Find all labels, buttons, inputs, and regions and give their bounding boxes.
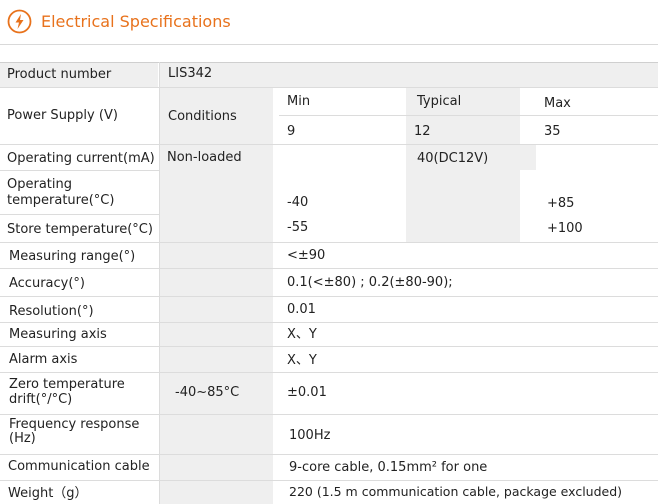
measuring-axis-label: Measuring axis <box>9 327 107 342</box>
frequency-response-label: Frequency response (Hz) <box>9 417 140 446</box>
lightning-bolt-icon <box>7 9 32 33</box>
grid-line <box>0 170 160 171</box>
grid-line <box>0 144 658 145</box>
weight-condition <box>160 480 273 504</box>
grid-line <box>0 87 658 88</box>
zero-temperature-drift-condition: -40~85°C <box>160 372 273 414</box>
grid-line <box>0 296 658 297</box>
operating-current-label: Operating current(mA) <box>7 151 155 166</box>
power-max-value: 35 <box>544 124 561 139</box>
measuring-range-value: <±90 <box>287 248 326 263</box>
alarm-axis-condition <box>160 346 273 372</box>
power-typical-value: 12 <box>406 116 520 144</box>
operating-temperature-typical <box>406 170 520 214</box>
operating-temperature-condition <box>160 170 273 214</box>
operating-current-typical: 40(DC12V) <box>406 144 536 170</box>
grid-line <box>0 480 658 481</box>
weight-value: 220 (1.5 m communication cable, package … <box>289 484 623 499</box>
alarm-axis-label: Alarm axis <box>9 352 78 367</box>
zero-temperature-drift-label: Zero temperature drift(°/°C) <box>9 377 125 407</box>
measuring-axis-value: X、Y <box>287 327 317 342</box>
grid-line <box>0 214 160 215</box>
power-min-value: 9 <box>287 124 296 139</box>
grid-line <box>0 414 658 415</box>
communication-cable-label: Communication cable <box>8 459 150 474</box>
product-number-label: Product number <box>0 62 158 87</box>
accuracy-label: Accuracy(°) <box>9 276 85 291</box>
communication-cable-condition <box>160 454 273 480</box>
zero-temperature-drift-value: ±0.01 <box>287 385 327 400</box>
typical-header: Typical <box>406 87 520 115</box>
operating-temperature-max: +85 <box>547 196 575 211</box>
power-supply-label: Power Supply (V) <box>7 108 118 123</box>
grid-line <box>0 346 658 347</box>
store-temperature-label: Store temperature(°C) <box>7 222 153 237</box>
measuring-range-condition <box>160 242 273 268</box>
accuracy-condition <box>160 268 273 296</box>
max-header: Max <box>544 96 571 111</box>
accuracy-value: 0.1(<±80) ; 0.2(±80-90); <box>287 275 453 290</box>
resolution-value: 0.01 <box>287 302 316 317</box>
grid-line <box>0 268 658 269</box>
grid-line <box>0 322 658 323</box>
measuring-range-label: Measuring range(°) <box>9 249 136 264</box>
header-divider <box>0 44 658 45</box>
grid-line <box>279 115 658 116</box>
grid-line <box>0 454 658 455</box>
min-header: Min <box>287 94 311 109</box>
communication-cable-value: 9-core cable, 0.15mm² for one <box>289 460 488 475</box>
operating-temperature-min: -40 <box>287 195 309 210</box>
frequency-response-condition <box>160 414 273 454</box>
store-temperature-max: +100 <box>547 221 583 236</box>
resolution-label: Resolution(°) <box>9 304 94 319</box>
section-header: Electrical Specifications <box>7 8 231 34</box>
store-temperature-condition <box>160 214 273 242</box>
conditions-header: Conditions <box>160 87 273 144</box>
weight-label: Weight（g） <box>8 486 88 501</box>
grid-line <box>0 372 658 373</box>
store-temperature-typical <box>406 214 520 242</box>
product-number-value: LIS342 <box>160 62 658 87</box>
electrical-spec-table: Product number LIS342 Power Supply (V) C… <box>0 62 658 504</box>
measuring-axis-condition <box>160 322 273 346</box>
frequency-response-value: 100Hz <box>289 428 331 443</box>
grid-line <box>159 62 160 504</box>
section-title: Electrical Specifications <box>41 11 231 31</box>
operating-current-condition: Non-loaded <box>160 144 273 170</box>
operating-temperature-label: Operating temperature(°C) <box>7 177 115 208</box>
grid-line <box>0 242 658 243</box>
grid-line <box>0 62 658 63</box>
resolution-condition <box>160 296 273 322</box>
store-temperature-min: -55 <box>287 220 309 235</box>
alarm-axis-value: X、Y <box>287 353 317 368</box>
